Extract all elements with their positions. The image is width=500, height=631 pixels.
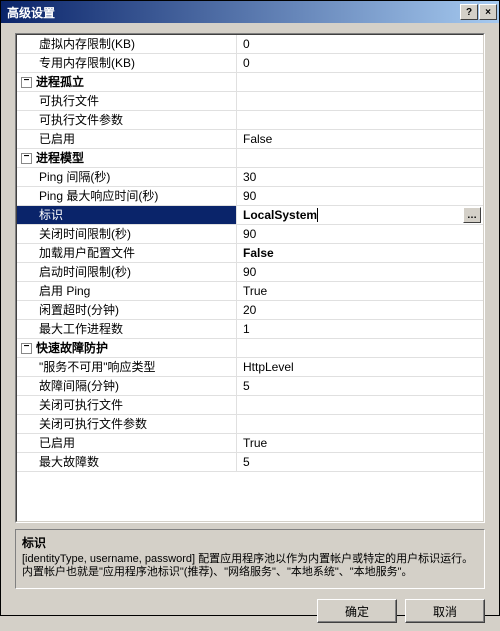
- property-value[interactable]: False: [243, 244, 274, 262]
- property-value[interactable]: HttpLevel: [243, 358, 294, 376]
- property-row[interactable]: 已启用 True: [17, 434, 483, 453]
- property-row[interactable]: 闲置超时(分钟) 20: [17, 301, 483, 320]
- property-value[interactable]: 0: [243, 35, 250, 53]
- category-row[interactable]: −快速故障防护: [17, 339, 483, 358]
- property-row[interactable]: 最大故障数 5: [17, 453, 483, 472]
- property-value[interactable]: 90: [243, 263, 256, 281]
- property-label: 已启用: [39, 130, 75, 148]
- property-row[interactable]: 最大工作进程数 1: [17, 320, 483, 339]
- property-grid: 虚拟内存限制(KB)0专用内存限制(KB)0−进程孤立可执行文件可执行文件参数已…: [15, 33, 485, 523]
- property-row[interactable]: 加载用户配置文件 False: [17, 244, 483, 263]
- property-value[interactable]: False: [243, 130, 272, 148]
- property-label: 虚拟内存限制(KB): [39, 35, 135, 53]
- property-value[interactable]: 1: [243, 320, 250, 338]
- ellipsis-button[interactable]: …: [463, 207, 481, 223]
- property-row[interactable]: 专用内存限制(KB) 0: [17, 54, 483, 73]
- description-title: 标识: [22, 534, 478, 551]
- window-title: 高级设置: [7, 4, 459, 21]
- property-row[interactable]: 故障间隔(分钟) 5: [17, 377, 483, 396]
- help-button[interactable]: ?: [460, 4, 478, 20]
- property-value[interactable]: LocalSystem: [243, 206, 320, 224]
- property-row[interactable]: 可执行文件参数: [17, 111, 483, 130]
- ok-button[interactable]: 确定: [317, 599, 397, 623]
- property-label: Ping 间隔(秒): [39, 168, 110, 186]
- property-row[interactable]: 标识 LocalSystem …: [17, 206, 483, 225]
- property-row[interactable]: 可执行文件: [17, 92, 483, 111]
- property-value[interactable]: 0: [243, 54, 250, 72]
- property-row[interactable]: "服务不可用"响应类型 HttpLevel: [17, 358, 483, 377]
- property-row[interactable]: 关闭可执行文件: [17, 396, 483, 415]
- property-row[interactable]: 启动时间限制(秒) 90: [17, 263, 483, 282]
- property-label: "服务不可用"响应类型: [39, 358, 156, 376]
- property-value[interactable]: True: [243, 282, 267, 300]
- property-value[interactable]: 30: [243, 168, 256, 186]
- expander-icon[interactable]: −: [21, 343, 32, 354]
- dialog-buttons: 确定 取消: [1, 595, 499, 631]
- category-label: 进程模型: [36, 149, 84, 167]
- property-label: 关闭时间限制(秒): [39, 225, 131, 243]
- property-value[interactable]: 5: [243, 453, 250, 471]
- dialog-window: 高级设置 ? × 虚拟内存限制(KB)0专用内存限制(KB)0−进程孤立可执行文…: [0, 0, 500, 616]
- property-label: 已启用: [39, 434, 75, 452]
- property-value[interactable]: True: [243, 434, 267, 452]
- property-grid-body[interactable]: 虚拟内存限制(KB)0专用内存限制(KB)0−进程孤立可执行文件可执行文件参数已…: [16, 34, 484, 522]
- category-row[interactable]: −进程孤立: [17, 73, 483, 92]
- property-row[interactable]: 已启用 False: [17, 130, 483, 149]
- property-label: 启动时间限制(秒): [39, 263, 131, 281]
- category-label: 进程孤立: [36, 73, 84, 91]
- property-label: 启用 Ping: [39, 282, 90, 300]
- property-row[interactable]: Ping 间隔(秒) 30: [17, 168, 483, 187]
- property-label: 关闭可执行文件: [39, 396, 123, 414]
- expander-icon[interactable]: −: [21, 77, 32, 88]
- property-row[interactable]: 关闭时间限制(秒) 90: [17, 225, 483, 244]
- property-label: 专用内存限制(KB): [39, 54, 135, 72]
- description-panel: 标识 [identityType, username, password] 配置…: [15, 529, 485, 589]
- close-button[interactable]: ×: [479, 4, 497, 20]
- property-label: 最大故障数: [39, 453, 99, 471]
- property-row[interactable]: 启用 Ping True: [17, 282, 483, 301]
- category-label: 快速故障防护: [36, 339, 108, 357]
- property-label: Ping 最大响应时间(秒): [39, 187, 158, 205]
- property-row[interactable]: 关闭可执行文件参数: [17, 415, 483, 434]
- property-row[interactable]: Ping 最大响应时间(秒) 90: [17, 187, 483, 206]
- description-body: [identityType, username, password] 配置应用程…: [22, 553, 478, 579]
- property-value[interactable]: 20: [243, 301, 256, 319]
- property-row[interactable]: 虚拟内存限制(KB) 0: [17, 35, 483, 54]
- titlebar: 高级设置 ? ×: [1, 1, 499, 23]
- property-value[interactable]: 90: [243, 225, 256, 243]
- property-value[interactable]: 5: [243, 377, 250, 395]
- property-label: 可执行文件参数: [39, 111, 123, 129]
- property-label: 加载用户配置文件: [39, 244, 135, 262]
- expander-icon[interactable]: −: [21, 153, 32, 164]
- property-label: 标识: [39, 206, 63, 224]
- property-value[interactable]: 90: [243, 187, 256, 205]
- property-label: 故障间隔(分钟): [39, 377, 119, 395]
- category-row[interactable]: −进程模型: [17, 149, 483, 168]
- property-label: 可执行文件: [39, 92, 99, 110]
- cancel-button[interactable]: 取消: [405, 599, 485, 623]
- property-label: 最大工作进程数: [39, 320, 123, 338]
- property-label: 闲置超时(分钟): [39, 301, 119, 319]
- property-label: 关闭可执行文件参数: [39, 415, 147, 433]
